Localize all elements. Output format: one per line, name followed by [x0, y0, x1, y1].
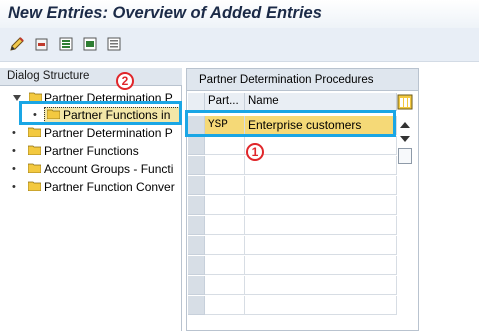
- folder-icon: [28, 163, 41, 173]
- tree-bullet: •: [12, 145, 16, 157]
- select-all-icon[interactable]: [58, 36, 74, 52]
- tree-item-account-groups[interactable]: • Account Groups - Functi: [0, 160, 182, 178]
- delete-entry-icon[interactable]: [34, 36, 50, 52]
- row-selector[interactable]: [188, 296, 205, 315]
- scroll-down-icon[interactable]: [399, 134, 411, 144]
- table-row-empty[interactable]: [188, 216, 397, 236]
- annotation-marker-1: 1: [246, 143, 264, 161]
- row-selector-header[interactable]: [188, 93, 205, 111]
- empty-cell[interactable]: [205, 256, 245, 275]
- scroll-up-icon[interactable]: [399, 120, 411, 130]
- table-row-empty[interactable]: [188, 296, 397, 316]
- table-row-empty[interactable]: [188, 276, 397, 296]
- empty-cell[interactable]: [245, 136, 397, 155]
- column-header-name[interactable]: Name: [245, 93, 397, 111]
- tree-item-label: Partner Determination P: [44, 126, 173, 140]
- empty-cell[interactable]: [245, 256, 397, 275]
- table-settings-icon[interactable]: [397, 94, 413, 110]
- empty-cell[interactable]: [245, 296, 397, 315]
- tree-bullet: •: [12, 181, 16, 193]
- table-row-empty[interactable]: [188, 256, 397, 276]
- table-title: Partner Determination Procedures: [187, 69, 418, 91]
- empty-cell[interactable]: [205, 176, 245, 195]
- annotation-box-tree-selection: [19, 101, 182, 125]
- empty-cell[interactable]: [245, 176, 397, 195]
- folder-icon: [28, 127, 41, 137]
- empty-cell[interactable]: [205, 296, 245, 315]
- tree-item-partner-function-conversion[interactable]: • Partner Function Conver: [0, 178, 182, 196]
- row-selector[interactable]: [188, 196, 205, 215]
- table-row-empty[interactable]: [188, 236, 397, 256]
- table-row-empty[interactable]: [188, 136, 397, 156]
- deselect-all-icon[interactable]: [106, 36, 122, 52]
- page-title: New Entries: Overview of Added Entries: [8, 4, 322, 22]
- empty-cell[interactable]: [245, 196, 397, 215]
- tree-bullet: •: [12, 127, 16, 139]
- folder-icon: [28, 145, 41, 155]
- row-selector[interactable]: [188, 276, 205, 295]
- empty-cell[interactable]: [245, 156, 397, 175]
- table-row-empty[interactable]: [188, 176, 397, 196]
- empty-cell[interactable]: [245, 216, 397, 235]
- annotation-marker-2: 2: [116, 72, 134, 90]
- empty-cell[interactable]: [205, 196, 245, 215]
- row-selector[interactable]: [188, 216, 205, 235]
- empty-cell[interactable]: [245, 236, 397, 255]
- application-toolbar: [0, 28, 479, 62]
- row-selector[interactable]: [188, 256, 205, 275]
- column-header-partner-procedure[interactable]: Part...: [205, 93, 245, 111]
- tree-item-label: Partner Function Conver: [44, 180, 175, 194]
- tree-item-label: Partner Functions: [44, 144, 139, 158]
- edit-pencil-icon[interactable]: [9, 36, 25, 52]
- tree-item-label: Account Groups - Functi: [44, 162, 174, 176]
- table-row-empty[interactable]: [188, 196, 397, 216]
- annotation-box-table-row: [185, 110, 396, 137]
- row-selector[interactable]: [188, 156, 205, 175]
- empty-cell[interactable]: [205, 236, 245, 255]
- empty-cell[interactable]: [245, 276, 397, 295]
- empty-cell[interactable]: [205, 156, 245, 175]
- scrollbar-thumb[interactable]: [398, 148, 412, 164]
- empty-cell[interactable]: [205, 216, 245, 235]
- tree-item-partner-functions[interactable]: • Partner Functions: [0, 142, 182, 160]
- folder-icon: [28, 181, 41, 191]
- table-row-empty[interactable]: [188, 156, 397, 176]
- row-selector[interactable]: [188, 176, 205, 195]
- title-bar: New Entries: Overview of Added Entries: [0, 0, 479, 28]
- procedures-table-panel: Partner Determination Procedures Part...…: [186, 68, 419, 331]
- empty-cell[interactable]: [205, 136, 245, 155]
- empty-cell[interactable]: [205, 276, 245, 295]
- select-block-icon[interactable]: [82, 36, 98, 52]
- tree-bullet: •: [12, 163, 16, 175]
- tree-item-partner-determination-procedure-2[interactable]: • Partner Determination P: [0, 124, 182, 142]
- dialog-structure-header: Dialog Structure: [0, 68, 182, 86]
- row-selector[interactable]: [188, 136, 205, 155]
- row-selector[interactable]: [188, 236, 205, 255]
